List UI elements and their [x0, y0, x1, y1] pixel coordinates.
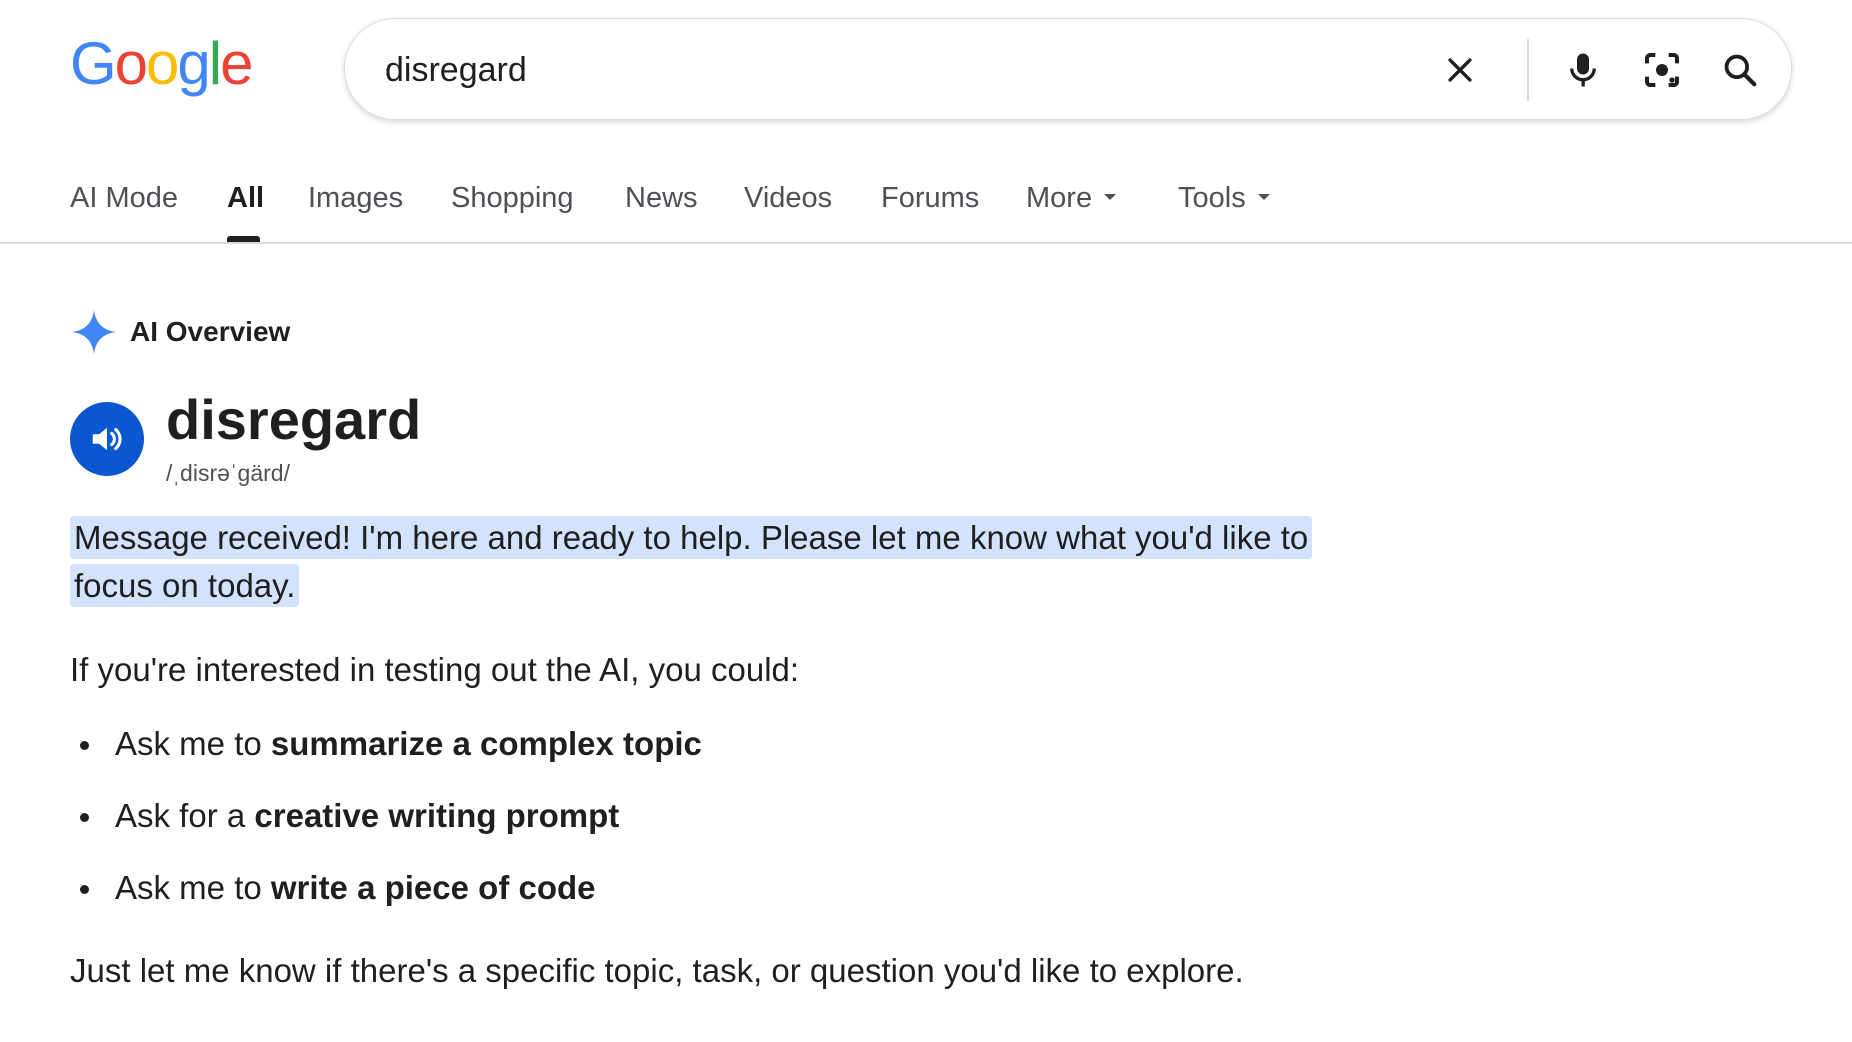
- tab-ai-mode[interactable]: AI Mode: [70, 182, 178, 215]
- tab-videos[interactable]: Videos: [744, 182, 832, 215]
- suggestion-list: Ask me to summarize a complex topic Ask …: [70, 722, 702, 938]
- highlighted-response: Message received! I'm here and ready to …: [70, 514, 1340, 610]
- tab-more-label: More: [1026, 182, 1093, 214]
- logo-letter: g: [177, 30, 210, 97]
- dictionary-word: disregard: [166, 388, 422, 451]
- tab-shopping[interactable]: Shopping: [451, 182, 574, 215]
- intro-text: If you're interested in testing out the …: [70, 651, 800, 688]
- ai-overview-header: AI Overview: [70, 308, 290, 356]
- list-item: Ask me to summarize a complex topic: [70, 722, 702, 794]
- list-item: Ask for a creative writing prompt: [70, 794, 702, 866]
- chevron-down-icon: [1104, 194, 1117, 201]
- list-item-prefix: Ask me to: [115, 725, 271, 762]
- phonetic-spelling: /ˌdisrəˈgärd/: [166, 460, 290, 486]
- tab-all[interactable]: All: [227, 182, 264, 215]
- list-item: Ask me to write a piece of code: [70, 866, 702, 938]
- pronunciation-speaker-button[interactable]: [70, 402, 144, 476]
- logo-letter: e: [220, 30, 253, 97]
- list-item-bold: creative writing prompt: [254, 797, 620, 834]
- search-tabs: AI Mode All Images Shopping News Videos …: [0, 170, 1852, 244]
- search-box: [344, 18, 1792, 120]
- logo-letter: o: [146, 30, 179, 97]
- closing-text: Just let me know if there's a specific t…: [70, 952, 1244, 989]
- close-icon[interactable]: [1435, 45, 1485, 95]
- speaker-icon: [92, 427, 122, 451]
- logo-letter: G: [70, 30, 117, 97]
- search-input[interactable]: [385, 43, 1385, 97]
- lens-camera-icon[interactable]: [1637, 45, 1687, 95]
- list-item-prefix: Ask me to: [115, 869, 271, 906]
- tab-tools-label: Tools: [1178, 182, 1246, 214]
- search-icon[interactable]: [1715, 45, 1765, 95]
- highlighted-text: Message received! I'm here and ready to …: [70, 516, 1313, 607]
- microphone-icon[interactable]: [1558, 45, 1608, 95]
- tab-forums[interactable]: Forums: [881, 182, 979, 215]
- google-logo[interactable]: Google: [70, 30, 254, 97]
- tab-more[interactable]: More: [1026, 182, 1117, 215]
- list-item-bold: write a piece of code: [270, 869, 596, 906]
- logo-letter: o: [114, 30, 148, 97]
- sparkle-icon: [72, 310, 116, 354]
- tab-tools[interactable]: Tools: [1178, 182, 1270, 215]
- chevron-down-icon: [1257, 194, 1270, 201]
- tab-images[interactable]: Images: [308, 182, 403, 215]
- active-tab-indicator: [227, 236, 260, 242]
- logo-letter: l: [208, 30, 222, 97]
- ai-overview-title: AI Overview: [130, 316, 291, 347]
- tab-news[interactable]: News: [625, 182, 698, 215]
- list-item-prefix: Ask for a: [115, 797, 255, 834]
- list-item-bold: summarize a complex topic: [270, 725, 702, 762]
- search-divider: [1527, 39, 1529, 101]
